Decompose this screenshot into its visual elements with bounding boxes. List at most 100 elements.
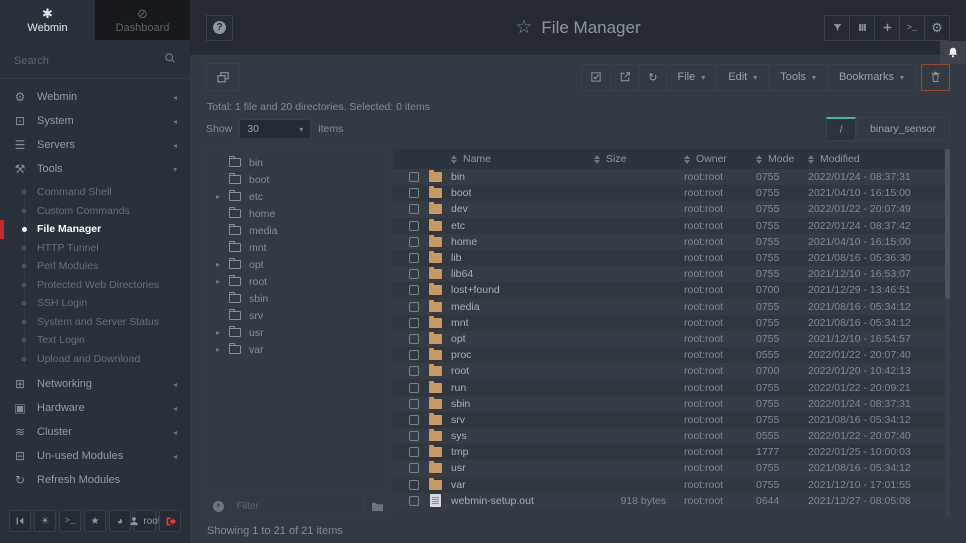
table-row[interactable]: homeroot:root07552021/04/10 - 16:15:00 [393,234,950,250]
row-checkbox[interactable] [409,350,419,360]
help-button[interactable]: ? [206,15,233,41]
row-checkbox[interactable] [409,383,419,393]
row-checkbox[interactable] [409,302,419,312]
bookmarks-menu-button[interactable]: Bookmarks▾ [827,64,916,91]
row-checkbox[interactable] [409,204,419,214]
table-row[interactable]: devroot:root07552022/01/22 - 20:07:49 [393,201,950,217]
file-name[interactable]: proc [451,349,594,361]
user-button[interactable]: root [134,510,156,532]
row-checkbox[interactable] [409,447,419,457]
row-checkbox[interactable] [409,415,419,425]
row-checkbox[interactable] [409,188,419,198]
expand-arrow-icon[interactable]: ▸ [207,260,229,269]
table-row[interactable]: bootroot:root07552021/04/10 - 16:15:00 [393,185,950,201]
table-row[interactable]: usrroot:root07552021/08/16 - 05:34:12 [393,460,950,476]
share-export-button[interactable] [610,64,640,91]
filter-input[interactable] [237,501,359,512]
expand-arrow-icon[interactable]: ▸ [207,345,229,354]
table-row[interactable]: optroot:root07552021/12/10 - 16:54:57 [393,331,950,347]
file-name[interactable]: lib [451,252,594,264]
filter-button[interactable] [824,15,850,41]
row-checkbox[interactable] [409,269,419,279]
tree-item-opt[interactable]: ▸opt [207,256,389,273]
sidebar-item-cluster[interactable]: ≋Cluster◂ [0,420,190,444]
row-checkbox[interactable] [409,431,419,441]
table-row[interactable]: libroot:root07552021/08/16 - 05:36:30 [393,250,950,266]
search-input[interactable] [14,55,176,67]
file-name[interactable]: etc [451,220,594,232]
file-name[interactable]: var [451,479,594,491]
table-row[interactable]: sbinroot:root07552022/01/24 - 08:37:31 [393,396,950,412]
favorites-star-button[interactable]: ★ [84,510,106,532]
sidebar-item-text-login[interactable]: Text Login [0,331,190,350]
table-row[interactable]: procroot:root05552022/01/22 - 20:07:40 [393,347,950,363]
row-checkbox[interactable] [409,237,419,247]
sidebar-item-hardware[interactable]: ▣Hardware◂ [0,396,190,420]
row-checkbox[interactable] [409,172,419,182]
table-row[interactable]: runroot:root07552022/01/22 - 20:09:21 [393,379,950,395]
tree-item-mnt[interactable]: mnt [207,239,389,256]
row-checkbox[interactable] [409,496,419,506]
column-header-modified[interactable]: Modified [808,153,950,165]
file-menu-button[interactable]: File▾ [666,64,718,91]
table-row[interactable]: etcroot:root07552022/01/24 - 08:37:42 [393,218,950,234]
file-name[interactable]: lib64 [451,268,594,280]
tools-menu-button[interactable]: Tools▾ [768,64,828,91]
settings-gear-button[interactable]: ⚙ [924,15,950,41]
table-row[interactable]: varroot:root07552021/12/10 - 17:01:55 [393,477,950,493]
tab-dashboard[interactable]: ⊘ Dashboard [95,0,190,40]
sidebar-item-upload-and-download[interactable]: Upload and Download [0,350,190,369]
tree-item-media[interactable]: media [207,222,389,239]
tree-item-sbin[interactable]: sbin [207,290,389,307]
sidebar-item-refresh-modules[interactable]: ↻Refresh Modules [0,468,190,492]
choose-folder-button[interactable] [364,496,389,516]
file-name[interactable]: lost+found [451,284,594,296]
expand-arrow-icon[interactable]: ▸ [207,277,229,286]
table-row[interactable]: srvroot:root07552021/08/16 - 05:34:12 [393,412,950,428]
page-size-select[interactable]: 30 ▾ [239,119,311,139]
sidebar-item-un-used-modules[interactable]: ⊟Un-used Modules◂ [0,444,190,468]
file-name[interactable]: mnt [451,317,594,329]
collapse-sidebar-button[interactable] [9,510,31,532]
tree-item-home[interactable]: home [207,205,389,222]
tab-webmin[interactable]: ✱ Webmin [0,0,95,40]
file-name[interactable]: webmin-setup.out [451,495,594,507]
table-row[interactable]: tmproot:root17772022/01/25 - 10:00:03 [393,444,950,460]
sidebar-item-servers[interactable]: ☰Servers◂ [0,133,190,157]
file-name[interactable]: root [451,365,594,377]
file-name[interactable]: sbin [451,398,594,410]
sidebar-item-file-manager[interactable]: File Manager [0,220,190,239]
tree-item-var[interactable]: ▸var [207,341,389,358]
row-checkbox[interactable] [409,253,419,263]
breadcrumb-root[interactable]: / [826,117,856,141]
sidebar-item-webmin[interactable]: ⚙Webmin◂ [0,85,190,109]
row-checkbox[interactable] [409,221,419,231]
table-row[interactable]: webmin-setup.out918 bytesroot:root064420… [393,493,950,509]
row-checkbox[interactable] [409,285,419,295]
logout-button[interactable] [159,510,181,532]
row-checkbox[interactable] [409,334,419,344]
favorite-star-icon[interactable]: ☆ [515,18,532,37]
sidebar-item-custom-commands[interactable]: Custom Commands [0,202,190,221]
sidebar-item-system-and-server-status[interactable]: System and Server Status [0,313,190,332]
file-name[interactable]: srv [451,414,594,426]
row-checkbox[interactable] [409,480,419,490]
columns-button[interactable] [849,15,875,41]
tree-item-srv[interactable]: srv [207,307,389,324]
column-header-mode[interactable]: Mode [756,153,808,165]
sidebar-item-tools[interactable]: ⚒Tools▾ [0,157,190,181]
table-row[interactable]: binroot:root07552022/01/24 - 08:37:31 [393,169,950,185]
file-name[interactable]: bin [451,171,594,183]
sidebar-item-ssh-login[interactable]: SSH Login [0,294,190,313]
table-row[interactable]: lost+foundroot:root07002021/12/29 - 13:4… [393,282,950,298]
tree-item-bin[interactable]: bin [207,154,389,171]
row-checkbox[interactable] [409,318,419,328]
column-header-size[interactable]: Size [594,153,684,165]
table-scrollbar[interactable] [945,149,950,299]
sidebar-item-perl-modules[interactable]: Perl Modules [0,257,190,276]
tree-item-usr[interactable]: ▸usr [207,324,389,341]
trash-button[interactable] [921,64,950,91]
language-globe-button[interactable]: ◕ [109,510,131,532]
column-header-name[interactable]: Name [451,153,594,165]
tree-item-boot[interactable]: boot [207,171,389,188]
